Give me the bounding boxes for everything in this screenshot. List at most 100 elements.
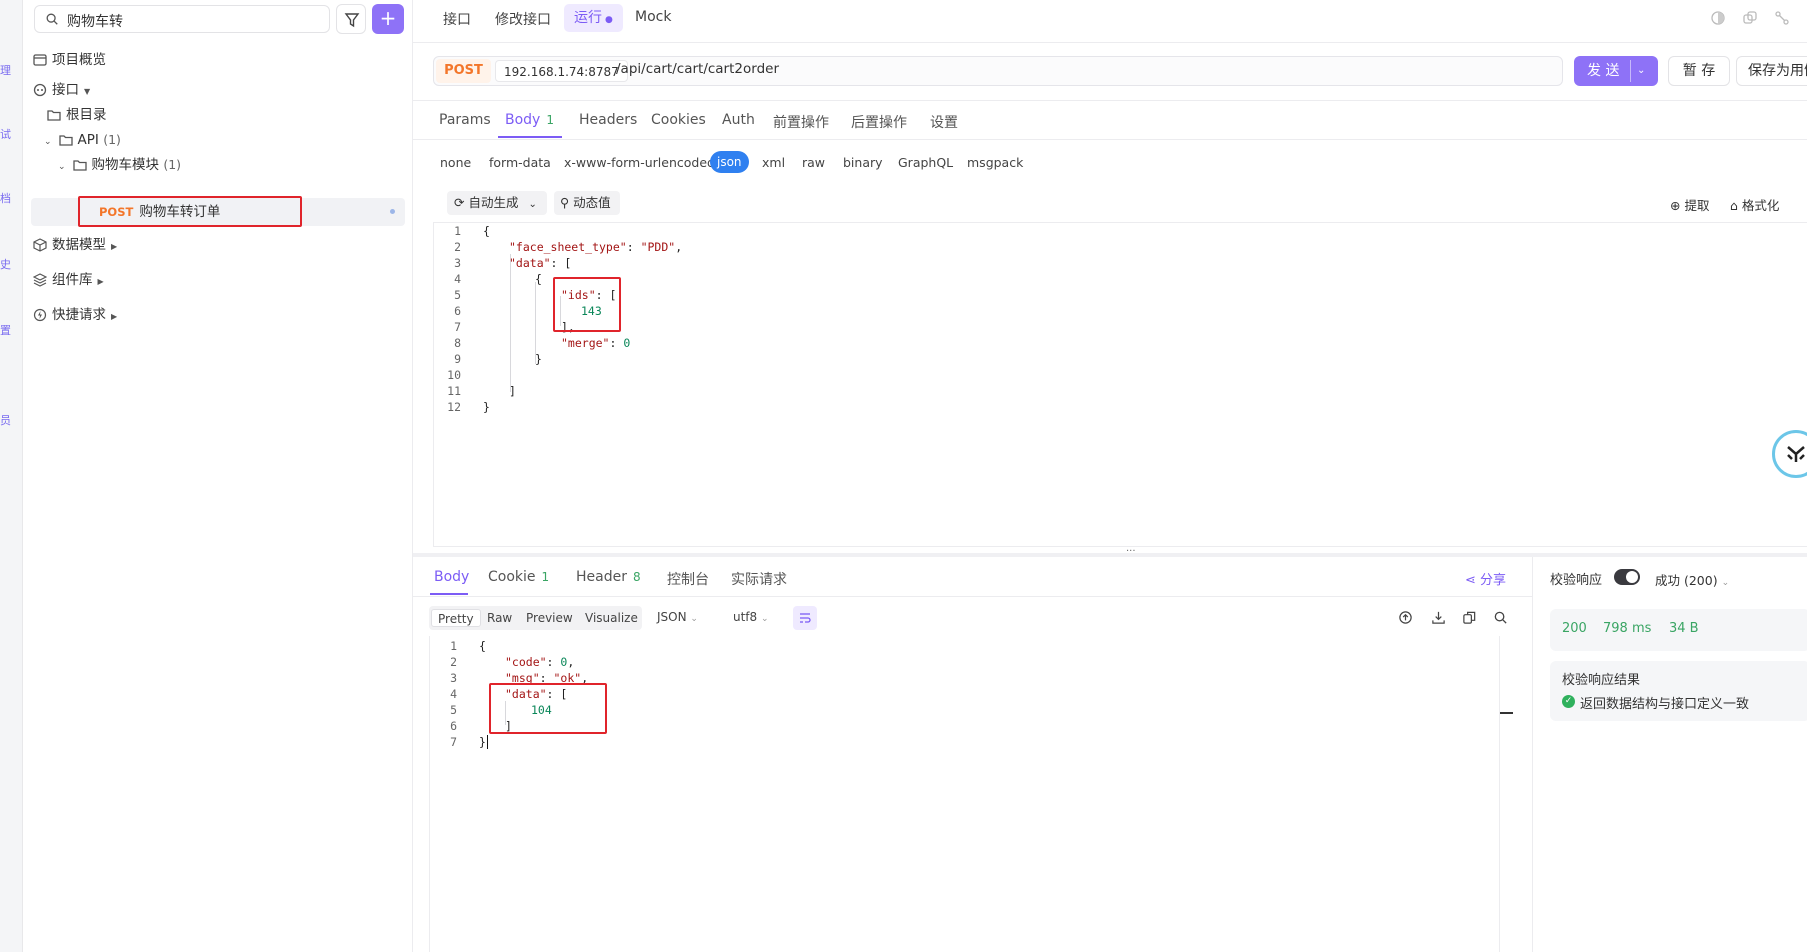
send-button[interactable]: 发 送 ⌄ [1574, 56, 1658, 86]
toggle-knob [1626, 571, 1638, 583]
format-button[interactable]: ⌂ 格式化 [1730, 195, 1779, 214]
view-mode-pretty[interactable]: Pretty [431, 609, 481, 627]
rail-glyph[interactable]: 置 [0, 322, 11, 338]
scrollbar-track[interactable] [1499, 636, 1500, 952]
line-number: 8 [454, 336, 461, 350]
view-mode-raw[interactable]: Raw [481, 609, 518, 627]
view-mode-visualize[interactable]: Visualize [579, 609, 644, 627]
chevron-down-icon[interactable]: ⌄ [1637, 56, 1645, 86]
validate-status-text: 成功 (200) [1655, 573, 1718, 588]
view-mode-preview[interactable]: Preview [520, 609, 579, 627]
tab-post-ops[interactable]: 后置操作 [851, 112, 907, 132]
drag-handle-icon[interactable]: ··· [1126, 546, 1136, 557]
save-draft-button[interactable]: 暂 存 [1668, 56, 1730, 86]
tab-mock[interactable]: Mock [635, 9, 671, 25]
sidebar-item-components[interactable]: 组件库 ▶ [32, 267, 104, 293]
host-field[interactable]: 192.168.1.74:8787 [495, 60, 628, 82]
body-type-msgpack[interactable]: msgpack [967, 155, 1023, 170]
body-type-form-data[interactable]: form-data [489, 155, 551, 170]
copy-window-icon[interactable] [1742, 10, 1758, 26]
tab-body[interactable]: Body 1 [505, 112, 554, 128]
highlight-box [489, 683, 607, 734]
line-number: 2 [454, 240, 461, 254]
line-number: 3 [450, 671, 457, 685]
overview-icon [33, 54, 47, 66]
rail-glyph[interactable]: 理 [0, 62, 11, 78]
search-icon [46, 13, 58, 25]
tab-auth[interactable]: Auth [722, 112, 755, 128]
indent-guide [510, 254, 511, 392]
folder-root-icon [47, 110, 61, 121]
resp-tab-console[interactable]: 控制台 [667, 569, 709, 589]
copy-icon[interactable] [1462, 610, 1477, 625]
tab-pre-ops[interactable]: 前置操作 [773, 112, 829, 132]
search-input[interactable]: 购物车转 [34, 5, 330, 33]
rail-glyph[interactable]: 史 [0, 256, 11, 272]
tab-headers[interactable]: Headers [579, 112, 637, 128]
resp-tab-header[interactable]: Header 8 [576, 569, 641, 585]
sidebar-item-label: 根目录 [66, 107, 107, 123]
resp-tab-cookie[interactable]: Cookie 1 [488, 569, 549, 585]
filter-button[interactable] [336, 4, 366, 34]
format-value: JSON [657, 610, 687, 624]
body-type-json[interactable]: json [710, 151, 749, 173]
path-input[interactable]: /api/cart/cart/cart2order [616, 61, 779, 77]
rail-glyph[interactable]: 试 [0, 126, 11, 142]
validate-toggle[interactable] [1614, 569, 1640, 585]
line-number: 4 [454, 272, 461, 286]
tab-edit-interface[interactable]: 修改接口 [495, 9, 551, 29]
add-button[interactable]: + [372, 4, 404, 34]
wrap-lines-button[interactable] [793, 606, 817, 630]
save-case-button[interactable]: 保存为用例 [1736, 56, 1807, 86]
sidebar-item-root[interactable]: 根目录 [47, 102, 107, 128]
extract-button[interactable]: ⊕ 提取 [1670, 195, 1709, 214]
code-line: "face_sheet_type": "PDD", [509, 240, 683, 254]
body-type-graphql[interactable]: GraphQL [898, 155, 953, 170]
rail-glyph[interactable]: 档 [0, 190, 11, 206]
tab-params[interactable]: Params [439, 112, 491, 128]
format-select[interactable]: JSON ⌄ [657, 610, 698, 624]
auto-generate-button[interactable]: ⟳ 自动生成 ⌄ [447, 191, 547, 215]
validate-status[interactable]: 成功 (200) ⌄ [1655, 570, 1729, 589]
body-type-none[interactable]: none [440, 155, 471, 170]
dynamic-value-button[interactable]: ⚲ 动态值 [554, 191, 620, 215]
check-circle-icon: ✓ [1562, 695, 1575, 708]
method-select[interactable]: POST [436, 59, 491, 83]
tab-cookies[interactable]: Cookies [651, 112, 706, 128]
sidebar-item-cart-module[interactable]: ⌄ 购物车模块 (1) [58, 152, 181, 178]
body-type-xml[interactable]: xml [762, 155, 785, 170]
tab-interface[interactable]: 接口 [443, 9, 471, 29]
code-line: ] [509, 384, 516, 398]
sidebar-item-label: 项目概览 [52, 52, 106, 68]
rail-glyph[interactable]: 员 [0, 412, 11, 428]
resp-tab-body[interactable]: Body [434, 569, 469, 585]
share-node-icon[interactable] [1774, 10, 1790, 26]
bolt-icon [33, 308, 47, 322]
tab-run[interactable]: 运行 ● [564, 4, 623, 32]
resp-tab-actual-request[interactable]: 实际请求 [731, 569, 787, 589]
download-icon[interactable] [1431, 610, 1446, 625]
sidebar-item-overview[interactable]: 项目概览 [33, 47, 106, 73]
upload-icon[interactable] [1398, 610, 1413, 625]
url-bar[interactable]: POST 192.168.1.74:8787 /api/cart/cart/ca… [433, 56, 1563, 86]
body-type-raw[interactable]: raw [802, 155, 825, 170]
search-icon[interactable] [1493, 610, 1508, 625]
body-type-binary[interactable]: binary [843, 155, 883, 170]
share-button[interactable]: ⋖ 分享 [1465, 569, 1506, 588]
sidebar-item-data-model[interactable]: 数据模型 ▶ [33, 232, 117, 258]
sidebar-item-label: 购物车模块 [91, 157, 160, 173]
send-label: 发 送 [1587, 63, 1620, 79]
sidebar-item-quick-request[interactable]: 快捷请求 ▶ [33, 302, 117, 328]
filter-icon [344, 13, 360, 28]
line-number: 6 [454, 304, 461, 318]
sidebar-item-api-folder[interactable]: ⌄ API (1) [44, 127, 121, 153]
encoding-select[interactable]: utf8 ⌄ [733, 610, 769, 624]
sidebar-item-api[interactable]: 接口 ▼ [33, 77, 90, 103]
tab-settings[interactable]: 设置 [930, 112, 958, 132]
theme-icon[interactable] [1710, 10, 1726, 26]
request-body-editor[interactable] [433, 222, 1807, 547]
search-value: 购物车转 [67, 14, 123, 30]
body-type-urlencoded[interactable]: x-www-form-urlencoded [564, 155, 715, 170]
sidebar-item-label: 接口 [52, 82, 79, 98]
folder-icon [72, 160, 87, 171]
